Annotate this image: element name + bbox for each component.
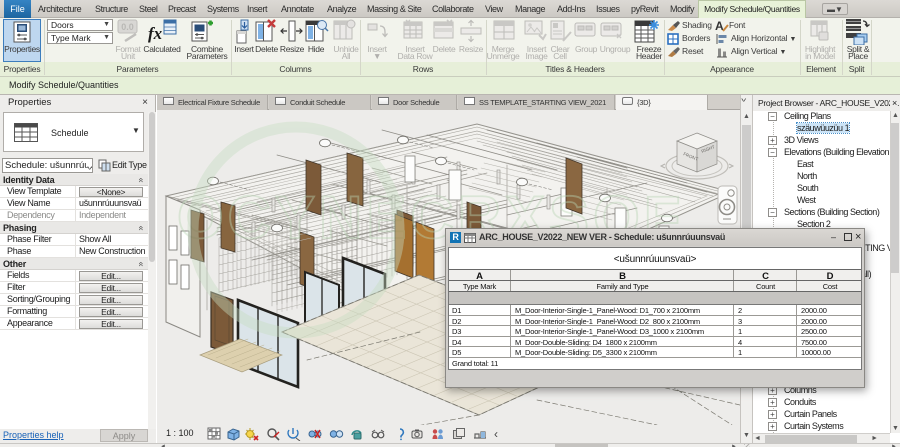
svg-text:0.0: 0.0 (121, 22, 134, 32)
svg-text:fx: fx (148, 24, 163, 43)
svg-text:‹: ‹ (494, 427, 498, 441)
